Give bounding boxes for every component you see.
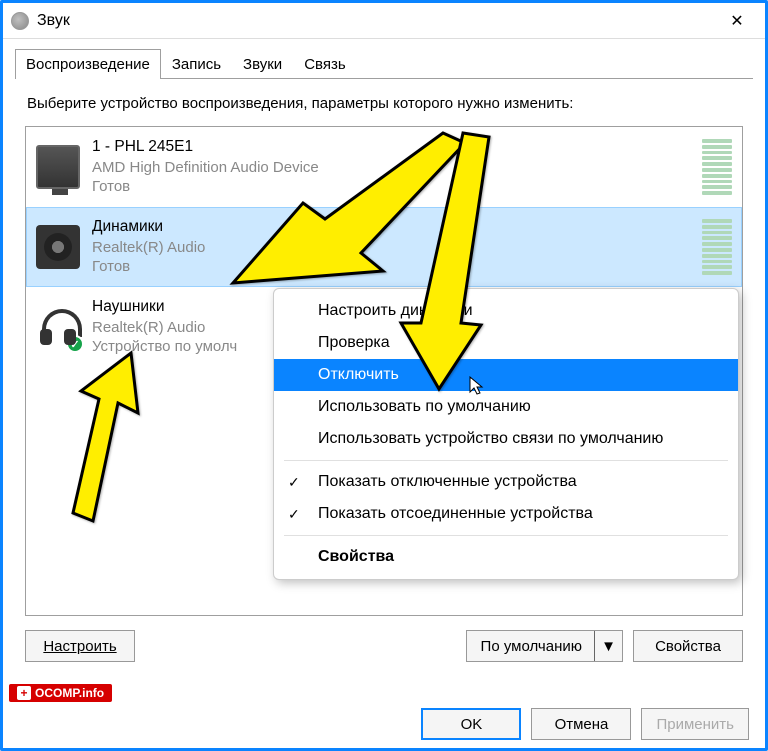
device-name: 1 - PHL 245E1: [92, 137, 690, 157]
tab-playback[interactable]: Воспроизведение: [15, 49, 161, 79]
context-menu: Настроить динамики Проверка Отключить Ис…: [273, 288, 739, 580]
menu-properties[interactable]: Свойства: [274, 541, 738, 573]
menu-set-default[interactable]: Использовать по умолчанию: [274, 391, 738, 423]
device-row-monitor[interactable]: 1 - PHL 245E1 AMD High Definition Audio …: [26, 127, 742, 207]
plus-icon: +: [17, 686, 31, 700]
panel-button-row: Настроить По умолчанию ▼ Свойства: [25, 630, 743, 662]
menu-separator: [284, 535, 728, 536]
device-name: Динамики: [92, 217, 690, 237]
menu-configure-speakers[interactable]: Настроить динамики: [274, 295, 738, 327]
default-badge-icon: ✓: [66, 335, 84, 353]
configure-button[interactable]: Настроить: [25, 630, 135, 662]
watermark-text: OCOMP.info: [35, 686, 104, 700]
ok-button[interactable]: OK: [421, 708, 521, 740]
tab-communications[interactable]: Связь: [293, 49, 356, 79]
instruction-text: Выберите устройство воспроизведения, пар…: [27, 95, 741, 112]
device-status: Готов: [92, 257, 690, 277]
dialog-footer: OK Отмена Применить: [421, 708, 749, 740]
menu-disable[interactable]: Отключить: [274, 359, 738, 391]
menu-set-default-comm[interactable]: Использовать устройство связи по умолчан…: [274, 423, 738, 455]
properties-button[interactable]: Свойства: [633, 630, 743, 662]
watermark: + OCOMP.info: [9, 684, 112, 702]
close-button[interactable]: ✕: [717, 7, 757, 35]
monitor-icon: [36, 145, 80, 189]
menu-show-disconnected[interactable]: ✓ Показать отсоединенные устройства: [274, 498, 738, 530]
dropdown-caret-icon[interactable]: ▼: [594, 631, 622, 661]
speaker-icon: [36, 225, 80, 269]
tab-recording[interactable]: Запись: [161, 49, 232, 79]
device-text: 1 - PHL 245E1 AMD High Definition Audio …: [92, 137, 690, 196]
close-icon: ✕: [730, 11, 743, 31]
device-desc: Realtek(R) Audio: [92, 238, 690, 258]
apply-button: Применить: [641, 708, 749, 740]
properties-button-label: Свойства: [655, 638, 721, 655]
level-meter: [702, 139, 732, 195]
default-button-label: По умолчанию: [481, 638, 582, 655]
checkmark-icon: ✓: [288, 506, 300, 523]
sound-icon: [11, 12, 29, 30]
menu-test[interactable]: Проверка: [274, 327, 738, 359]
headphones-icon: ✓: [36, 305, 80, 349]
menu-show-disabled[interactable]: ✓ Показать отключенные устройства: [274, 466, 738, 498]
sound-dialog: Звук ✕ Воспроизведение Запись Звуки Связ…: [0, 0, 768, 751]
device-desc: AMD High Definition Audio Device: [92, 158, 690, 178]
default-button[interactable]: По умолчанию ▼: [466, 630, 623, 662]
checkmark-icon: ✓: [288, 474, 300, 491]
level-meter: [702, 219, 732, 275]
cancel-button[interactable]: Отмена: [531, 708, 631, 740]
window-title: Звук: [37, 12, 717, 30]
device-row-speakers[interactable]: Динамики Realtek(R) Audio Готов: [26, 207, 742, 287]
device-status: Готов: [92, 177, 690, 197]
tab-sounds[interactable]: Звуки: [232, 49, 293, 79]
menu-separator: [284, 460, 728, 461]
configure-button-label: Настроить: [43, 638, 116, 655]
tabstrip: Воспроизведение Запись Звуки Связь: [3, 39, 765, 79]
menu-item-label: Показать отсоединенные устройства: [318, 505, 593, 523]
titlebar: Звук ✕: [3, 3, 765, 39]
device-text: Динамики Realtek(R) Audio Готов: [92, 217, 690, 276]
menu-item-label: Показать отключенные устройства: [318, 473, 577, 491]
